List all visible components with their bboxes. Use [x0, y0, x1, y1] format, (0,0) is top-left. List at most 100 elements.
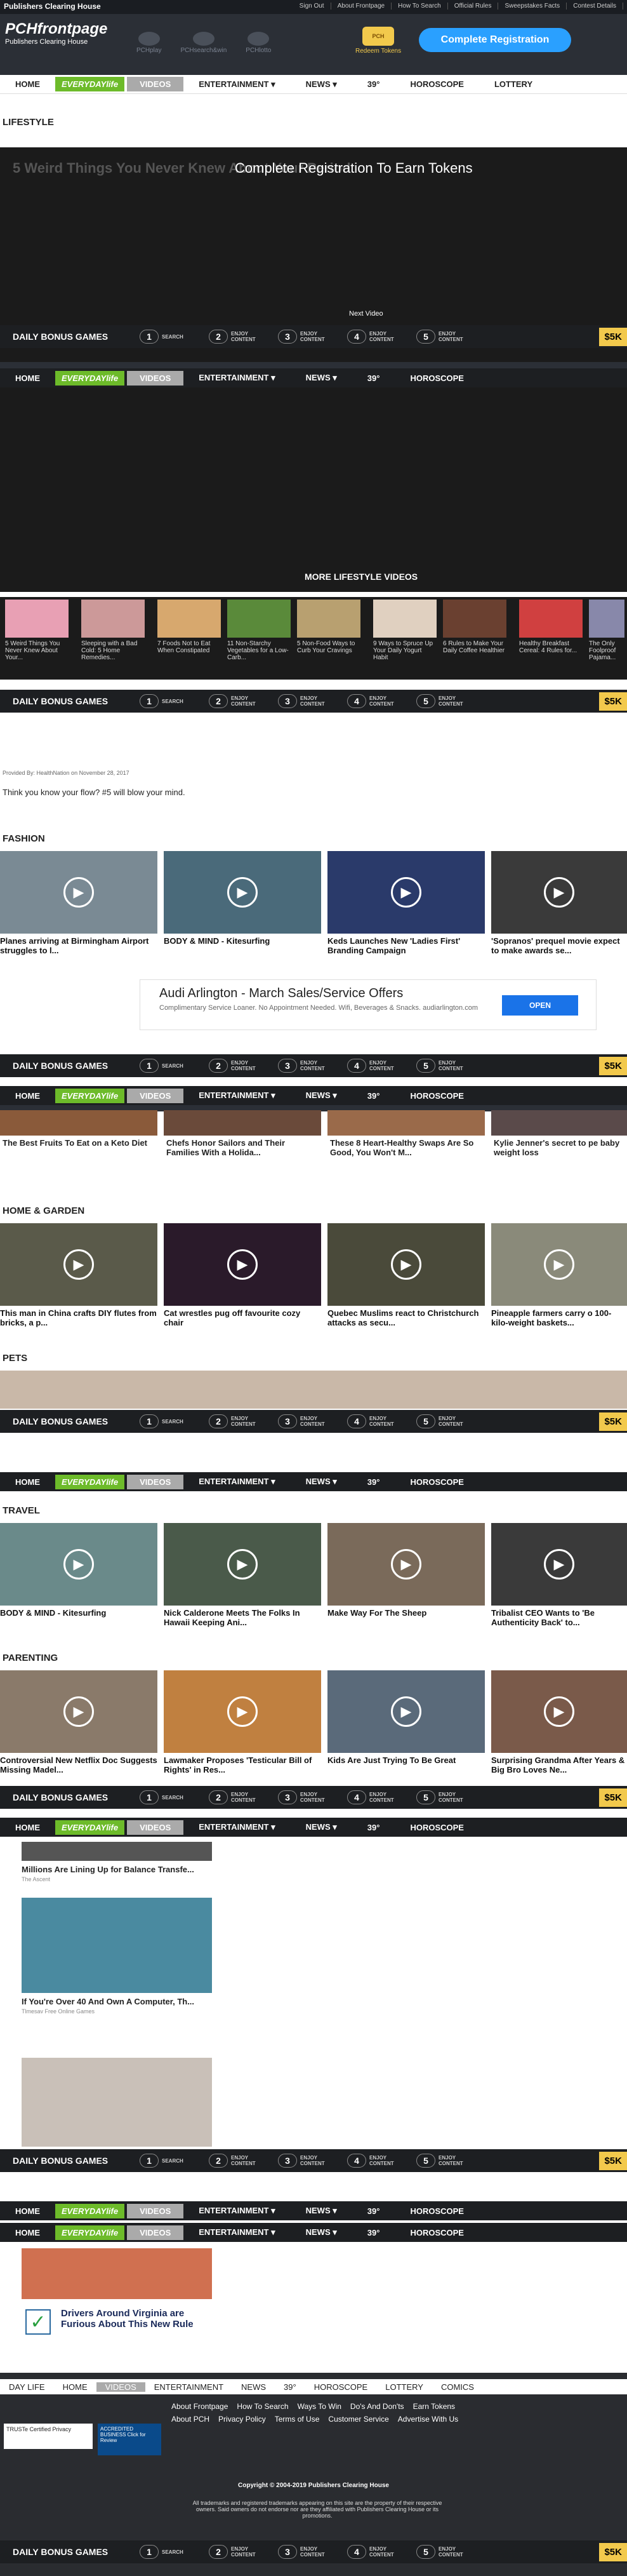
- video-card[interactable]: ▶ Nick Calderone Meets The Folks In Hawai…: [164, 1523, 321, 1631]
- footer-link[interactable]: Earn Tokens: [413, 2402, 456, 2411]
- bonus-step[interactable]: 2 ENJOY CONTENT: [209, 1414, 269, 1428]
- video-thumb[interactable]: Healthy Breakfast Cereal: 4 Rules for...: [519, 600, 583, 654]
- video-card[interactable]: ▶ Kids Are Just Trying To Be Great: [327, 1670, 485, 1778]
- bonus-step[interactable]: 4 ENJOY CONTENT: [347, 2545, 407, 2559]
- video-thumb[interactable]: 5 Weird Things You Never Knew About Your…: [5, 600, 69, 661]
- nav-entertainment[interactable]: ENTERTAINMENT ▾: [183, 2227, 290, 2237]
- nav-everyday-life[interactable]: EVERYDAYlife: [55, 370, 125, 386]
- nav-news[interactable]: NEWS ▾: [291, 2227, 352, 2237]
- bonus-step[interactable]: 2 ENJOY CONTENT: [209, 694, 269, 708]
- footer-link[interactable]: Ways To Win: [298, 2402, 341, 2411]
- nav-news[interactable]: NEWS ▾: [291, 1822, 352, 1832]
- nav-horoscope[interactable]: HOROSCOPE: [395, 1477, 479, 1487]
- bonus-step[interactable]: 3 ENJOY CONTENT: [278, 694, 338, 708]
- video-card[interactable]: ▶ Surprising Grandma After Years & Big Br…: [491, 1670, 627, 1778]
- video-thumb[interactable]: 5 Non-Food Ways to Curb Your Cravings: [297, 600, 360, 654]
- footer-link[interactable]: About Frontpage: [171, 2402, 228, 2411]
- registration-overlay[interactable]: Complete Registration To Earn Tokens: [235, 160, 473, 177]
- footer-link[interactable]: Do's And Don'ts: [350, 2402, 404, 2411]
- video-card[interactable]: ▶ Quebec Muslims react to Christchurch at…: [327, 1223, 485, 1331]
- top-link[interactable]: Sign Out: [300, 3, 331, 10]
- bonus-step[interactable]: 3 ENJOY CONTENT: [278, 1059, 338, 1073]
- complete-registration-button[interactable]: Complete Registration: [419, 28, 571, 52]
- bonus-step[interactable]: 2 ENJOY CONTENT: [209, 330, 269, 344]
- video-card[interactable]: ▶ Tribalist CEO Wants to 'Be Authenticity…: [491, 1523, 627, 1631]
- nav-everyday-life[interactable]: EVERYDAYlife: [55, 2225, 125, 2240]
- sponsored-image[interactable]: [22, 2058, 212, 2147]
- sponsored-item[interactable]: ✓ Drivers Around Virginia are Furious Ab…: [22, 2305, 212, 2356]
- nav-horoscope[interactable]: HOROSCOPE: [395, 2206, 479, 2216]
- brand-name[interactable]: Publishers Clearing House: [4, 2, 101, 11]
- footer-link[interactable]: About PCH: [171, 2415, 209, 2424]
- top-link[interactable]: How To Search: [398, 3, 448, 10]
- daily-bonus-bar[interactable]: DAILY BONUS GAMES 1 SEARCH 2 ENJOY CONTENT…: [0, 1786, 627, 1809]
- nav-everyday-life[interactable]: EVERYDAYlife: [55, 77, 125, 91]
- bonus-step[interactable]: 3 ENJOY CONTENT: [278, 2545, 338, 2559]
- nav-weather[interactable]: 39°: [352, 1091, 395, 1101]
- video-thumb[interactable]: Sleeping with a Bad Cold: 5 Home Remedie…: [81, 600, 145, 661]
- video-card[interactable]: ▶ Make Way For The Sheep: [327, 1523, 485, 1631]
- video-card[interactable]: ▶ This man in China crafts DIY flutes fro…: [0, 1223, 157, 1331]
- footer-nav-item[interactable]: COMICS: [432, 2382, 483, 2392]
- bonus-step[interactable]: 4 ENJOY CONTENT: [347, 330, 407, 344]
- bonus-step[interactable]: 5 ENJOY CONTENT: [416, 2154, 477, 2168]
- sponsored-title[interactable]: Drivers Around Virginia are Furious Abou…: [61, 2308, 207, 2330]
- footer-link[interactable]: How To Search: [237, 2402, 288, 2411]
- bonus-step[interactable]: 5 ENJOY CONTENT: [416, 694, 477, 708]
- video-thumb[interactable]: 11 Non-Starchy Vegetables for a Low-Carb…: [227, 600, 291, 661]
- bonus-step[interactable]: 2 ENJOY CONTENT: [209, 2154, 269, 2168]
- nav-horoscope[interactable]: HOROSCOPE: [395, 79, 479, 89]
- nav-news[interactable]: NEWS ▾: [291, 373, 352, 383]
- top-link[interactable]: Contest Details: [573, 3, 623, 10]
- daily-bonus-bar[interactable]: DAILY BONUS GAMES 1 SEARCH 2 ENJOY CONTENT…: [0, 1410, 627, 1433]
- footer-nav-item[interactable]: DAY LIFE: [0, 2382, 54, 2392]
- daily-bonus-bar[interactable]: DAILY BONUS GAMES 1 SEARCH 2 ENJOY CONTENT…: [0, 690, 627, 713]
- nav-home[interactable]: HOME: [0, 1477, 55, 1487]
- nav-entertainment[interactable]: ENTERTAINMENT ▾: [183, 2206, 290, 2216]
- nav-horoscope[interactable]: HOROSCOPE: [395, 373, 479, 383]
- footer-nav-item[interactable]: VIDEOS: [96, 2382, 145, 2392]
- bonus-step[interactable]: 5 ENJOY CONTENT: [416, 2545, 477, 2559]
- bonus-step[interactable]: 4 ENJOY CONTENT: [347, 694, 407, 708]
- nav-everyday-life[interactable]: EVERYDAYlife: [55, 1088, 125, 1103]
- daily-bonus-bar[interactable]: DAILY BONUS GAMES 1 SEARCH 2 ENJOY CONTENT…: [0, 2149, 627, 2172]
- bbb-badge[interactable]: ACCREDITED BUSINESS Click for Review: [98, 2424, 161, 2455]
- nav-videos[interactable]: VIDEOS: [127, 77, 184, 91]
- bonus-step[interactable]: 1 SEARCH: [140, 1059, 200, 1073]
- bonus-step[interactable]: 3 ENJOY CONTENT: [278, 1414, 338, 1428]
- nav-everyday-life[interactable]: EVERYDAYlife: [55, 1820, 125, 1835]
- video-card[interactable]: ▶ Pineapple farmers carry o 100-kilo-weig…: [491, 1223, 627, 1331]
- nav-weather[interactable]: 39°: [352, 2206, 395, 2216]
- video-card[interactable]: ▶ Cat wrestles pug off favourite cozy cha…: [164, 1223, 321, 1331]
- bonus-step[interactable]: 5 ENJOY CONTENT: [416, 1059, 477, 1073]
- daily-bonus-bar[interactable]: DAILY BONUS GAMES 1 SEARCH 2 ENJOY CONTENT…: [0, 1054, 627, 1077]
- bonus-step[interactable]: 2 ENJOY CONTENT: [209, 1059, 269, 1073]
- bonus-step[interactable]: 2 ENJOY CONTENT: [209, 1790, 269, 1804]
- bonus-step[interactable]: 1 SEARCH: [140, 1414, 200, 1428]
- bonus-step[interactable]: 1 SEARCH: [140, 330, 200, 344]
- truste-badge[interactable]: TRUSTe Certified Privacy: [4, 2424, 93, 2449]
- card-caption[interactable]: Chefs Honor Sailors and Their Families W…: [166, 1138, 319, 1157]
- sponsored-image[interactable]: [22, 2248, 212, 2299]
- daily-bonus-bar[interactable]: DAILY BONUS GAMES 1 SEARCH 2 ENJOY CONTENT…: [0, 325, 627, 348]
- bonus-step[interactable]: 3 ENJOY CONTENT: [278, 2154, 338, 2168]
- nav-videos[interactable]: VIDEOS: [127, 1820, 184, 1835]
- footer-nav-item[interactable]: 39°: [275, 2382, 305, 2392]
- video-card[interactable]: ▶ 'Sopranos' prequel movie expect to make…: [491, 851, 627, 959]
- nav-home[interactable]: HOME: [0, 373, 55, 383]
- bonus-step[interactable]: 3 ENJOY CONTENT: [278, 1790, 338, 1804]
- lotto-link[interactable]: PCHlotto: [246, 32, 271, 54]
- bonus-step[interactable]: 2 ENJOY CONTENT: [209, 2545, 269, 2559]
- video-thumb[interactable]: The Only Foolproof Pajama...: [589, 600, 624, 661]
- nav-horoscope[interactable]: HOROSCOPE: [395, 1091, 479, 1101]
- nav-entertainment[interactable]: ENTERTAINMENT ▾: [183, 373, 290, 383]
- nav-home[interactable]: HOME: [0, 79, 55, 89]
- pch-logo[interactable]: PCHfrontpage Publishers Clearing House: [5, 20, 107, 46]
- bonus-step[interactable]: 1 SEARCH: [140, 1790, 200, 1804]
- nav-weather[interactable]: 39°: [352, 1823, 395, 1832]
- video-card[interactable]: ▶ BODY & MIND - Kitesurfing: [164, 851, 321, 959]
- bonus-step[interactable]: 1 SEARCH: [140, 2154, 200, 2168]
- nav-news[interactable]: NEWS ▾: [291, 1090, 352, 1101]
- ad-title[interactable]: Audi Arlington - March Sales/Service Off…: [159, 986, 403, 1001]
- nav-home[interactable]: HOME: [0, 2206, 55, 2216]
